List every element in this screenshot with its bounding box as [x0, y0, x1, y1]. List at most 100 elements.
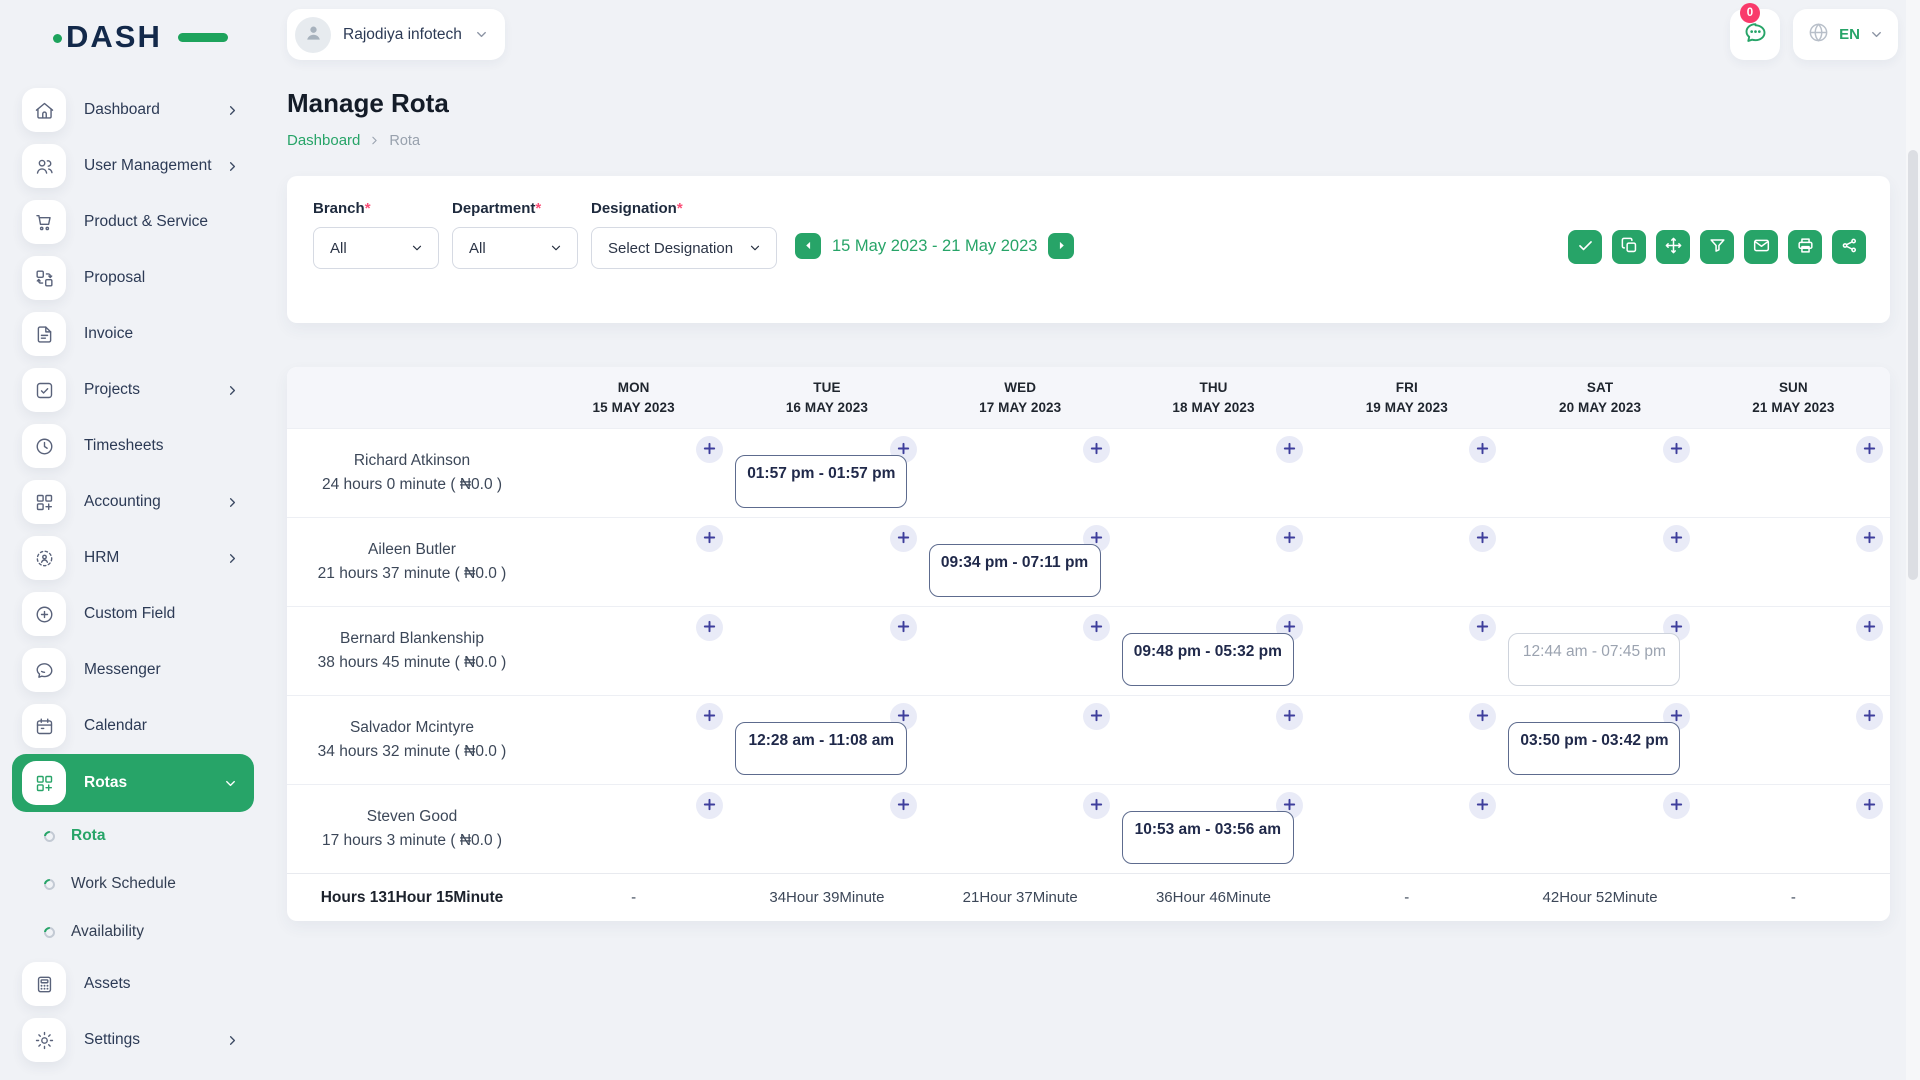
sidebar-item-proposal[interactable]: Proposal [0, 250, 266, 306]
shift-chip[interactable]: 09:34 pm - 07:11 pm [929, 544, 1101, 597]
sidebar-item-timesheets[interactable]: Timesheets [0, 418, 266, 474]
day-cell-tue: 12:28 am - 11:08 am [730, 696, 923, 784]
sidebar-item-calendar[interactable]: Calendar [0, 698, 266, 754]
add-shift-button[interactable] [1083, 614, 1110, 641]
add-shift-button[interactable] [696, 525, 723, 552]
add-shift-button[interactable] [1276, 525, 1303, 552]
scrollbar-thumb[interactable] [1908, 150, 1918, 580]
day-cell-sat: 03:50 pm - 03:42 pm [1503, 696, 1696, 784]
sidebar-item-dashboard[interactable]: Dashboard [0, 82, 266, 138]
add-shift-button[interactable] [1856, 436, 1883, 463]
add-shift-button[interactable] [1083, 703, 1110, 730]
sidebar-item-custom-field[interactable]: Custom Field [0, 586, 266, 642]
invoice-icon [22, 312, 66, 356]
brand-logo[interactable]: DASH [66, 16, 206, 58]
print-icon [1796, 236, 1815, 258]
brand-name: DASH [66, 19, 162, 54]
shift-chip[interactable]: 12:28 am - 11:08 am [735, 722, 907, 775]
add-shift-button[interactable] [1856, 614, 1883, 641]
sidebar-item-product-service[interactable]: Product & Service [0, 194, 266, 250]
chevron-down-icon [410, 241, 424, 255]
sidebar-subitem-rota[interactable]: Rota [0, 812, 266, 860]
rota-row-steven-good: Steven Good17 hours 3 minute ( ₦0.0 )10:… [287, 784, 1890, 873]
confirm-button[interactable] [1568, 230, 1602, 264]
copy-button[interactable] [1612, 230, 1646, 264]
add-shift-button[interactable] [696, 792, 723, 819]
day-column-header-tue: TUE16 MAY 2023 [730, 378, 923, 418]
add-shift-button[interactable] [1276, 703, 1303, 730]
sidebar-item-accounting[interactable]: Accounting [0, 474, 266, 530]
add-shift-button[interactable] [1469, 436, 1496, 463]
sidebar-item-label: Accounting [84, 493, 161, 511]
shift-chip[interactable]: 12:44 am - 07:45 pm [1508, 633, 1680, 686]
plus-icon [1862, 441, 1877, 459]
move-button[interactable] [1656, 230, 1690, 264]
add-shift-button[interactable] [1083, 436, 1110, 463]
plus-icon [1089, 708, 1104, 726]
shift-chip[interactable]: 10:53 am - 03:56 am [1122, 811, 1294, 864]
previous-week-button[interactable] [795, 233, 821, 259]
add-shift-button[interactable] [1663, 792, 1690, 819]
sidebar-item-label: Rotas [84, 774, 127, 792]
sidebar-subitem-work-schedule[interactable]: Work Schedule [0, 860, 266, 908]
day-column-header-wed: WED17 MAY 2023 [924, 378, 1117, 418]
add-shift-button[interactable] [1083, 792, 1110, 819]
share-button[interactable] [1832, 230, 1866, 264]
sidebar-item-rotas[interactable]: Rotas [12, 754, 254, 812]
custom-field-icon [22, 592, 66, 636]
add-shift-button[interactable] [696, 614, 723, 641]
sidebar-item-label: Custom Field [84, 605, 175, 623]
rotas-icon [22, 761, 66, 805]
print-button[interactable] [1788, 230, 1822, 264]
add-shift-button[interactable] [1856, 525, 1883, 552]
rota-row-richard-atkinson: Richard Atkinson24 hours 0 minute ( ₦0.0… [287, 428, 1890, 517]
shift-chip[interactable]: 03:50 pm - 03:42 pm [1508, 722, 1680, 775]
day-cell-tue [730, 607, 923, 695]
add-shift-button[interactable] [696, 436, 723, 463]
day-cell-thu: 09:48 pm - 05:32 pm [1117, 607, 1310, 695]
branch-select[interactable]: All [313, 227, 439, 269]
day-cell-tue [730, 518, 923, 606]
add-shift-button[interactable] [1276, 436, 1303, 463]
sidebar-item-hrm[interactable]: HRM [0, 530, 266, 586]
add-shift-button[interactable] [1469, 614, 1496, 641]
add-shift-button[interactable] [696, 703, 723, 730]
sidebar-item-assets[interactable]: Assets [0, 956, 266, 1012]
day-total-tue: 34Hour 39Minute [730, 889, 923, 906]
add-shift-button[interactable] [890, 792, 917, 819]
filter-button[interactable] [1700, 230, 1734, 264]
date-range[interactable]: 15 May 2023 - 21 May 2023 [832, 237, 1037, 256]
sidebar-item-invoice[interactable]: Invoice [0, 306, 266, 362]
add-shift-button[interactable] [1663, 525, 1690, 552]
add-shift-button[interactable] [1469, 525, 1496, 552]
plus-icon [1282, 441, 1297, 459]
department-select[interactable]: All [452, 227, 578, 269]
plus-icon [1669, 530, 1684, 548]
sidebar-item-projects[interactable]: Projects [0, 362, 266, 418]
sidebar-item-user-management[interactable]: User Management [0, 138, 266, 194]
breadcrumb-dashboard-link[interactable]: Dashboard [287, 132, 360, 149]
add-shift-button[interactable] [1856, 792, 1883, 819]
plus-icon [896, 530, 911, 548]
add-shift-button[interactable] [1469, 792, 1496, 819]
designation-select[interactable]: Select Designation [591, 227, 777, 269]
add-shift-button[interactable] [1663, 436, 1690, 463]
day-cell-thu [1117, 518, 1310, 606]
sidebar-item-settings[interactable]: Settings [0, 1012, 266, 1068]
add-shift-button[interactable] [1469, 703, 1496, 730]
shift-chip[interactable]: 09:48 pm - 05:32 pm [1122, 633, 1294, 686]
next-week-button[interactable] [1048, 233, 1074, 259]
add-shift-button[interactable] [890, 614, 917, 641]
scrollbar-track [1906, 0, 1920, 1080]
sidebar-item-messenger[interactable]: Messenger [0, 642, 266, 698]
employee-cell: Richard Atkinson24 hours 0 minute ( ₦0.0… [287, 429, 537, 517]
shift-chip[interactable]: 01:57 pm - 01:57 pm [735, 455, 907, 508]
day-total-wed: 21Hour 37Minute [924, 889, 1117, 906]
day-total-mon: - [537, 889, 730, 906]
day-cell-sun [1697, 607, 1890, 695]
sidebar-subitem-availability[interactable]: Availability [0, 908, 266, 956]
add-shift-button[interactable] [1856, 703, 1883, 730]
plus-icon [702, 708, 717, 726]
mail-button[interactable] [1744, 230, 1778, 264]
add-shift-button[interactable] [890, 525, 917, 552]
